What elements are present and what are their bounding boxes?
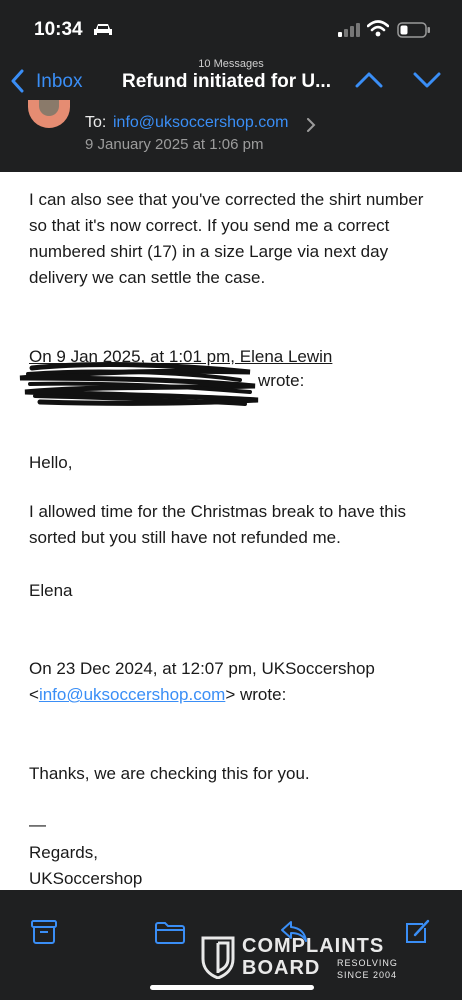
back-to-inbox-button[interactable]: Inbox xyxy=(36,71,82,93)
cellular-signal-icon xyxy=(338,23,360,42)
folder-icon[interactable] xyxy=(155,922,185,949)
signature-dash: — xyxy=(29,815,46,834)
home-indicator[interactable] xyxy=(150,985,314,990)
quote-header-uksoccershop: On 23 Dec 2024, at 12:07 pm, UKSoccersho… xyxy=(29,659,375,678)
back-chevron-icon[interactable] xyxy=(10,69,26,98)
quoted-email-link[interactable]: info@uksoccershop.com xyxy=(39,685,225,704)
message-count: 10 Messages xyxy=(198,58,264,70)
battery-icon xyxy=(397,22,431,43)
to-label: To: xyxy=(85,114,107,131)
top-chrome: 10:34 Inbox 10 Messages Refund initiated… xyxy=(0,0,462,172)
quote-header-uksoccershop-wrote: <info@uksoccershop.com> wrote: xyxy=(29,682,286,708)
body-paragraph-complaint: I allowed time for the Christmas break t… xyxy=(29,502,406,547)
greeting: Hello, xyxy=(29,453,73,472)
status-time: 10:34 xyxy=(34,19,83,40)
shop-signature: UKSoccershop xyxy=(29,869,143,888)
complaints-board-watermark: COMPLAINTS BOARD RESOLVING SINCE 2004 xyxy=(200,935,462,983)
bracket-open: < xyxy=(29,685,39,704)
archive-icon[interactable] xyxy=(31,920,57,949)
avatar-face xyxy=(39,100,59,116)
email-subject-title: Refund initiated for U... xyxy=(122,71,331,92)
next-message-chevron-down-icon[interactable] xyxy=(413,70,441,95)
watermark-resolving: RESOLVING xyxy=(337,958,398,968)
recipient-address-link[interactable]: info@uksoccershop.com xyxy=(113,114,288,132)
car-icon xyxy=(93,23,113,42)
sent-date: 9 January 2025 at 1:06 pm xyxy=(85,136,264,153)
signature-elena: Elena xyxy=(29,581,73,600)
watermark-complaints: COMPLAINTS xyxy=(242,935,385,957)
bracket-close-wrote: > wrote: xyxy=(225,685,287,704)
thanks-line: Thanks, we are checking this for you. xyxy=(29,764,310,783)
body-paragraph-settlement: I can also see that you've corrected the… xyxy=(29,190,424,287)
sender-avatar[interactable] xyxy=(28,100,70,128)
watermark-board: BOARD xyxy=(242,957,321,979)
regards-line: Regards, xyxy=(29,843,98,862)
previous-message-chevron-up-icon[interactable] xyxy=(355,70,383,95)
redaction-scribble xyxy=(0,360,270,415)
watermark-since: SINCE 2004 xyxy=(337,970,398,980)
details-chevron-right-icon[interactable] xyxy=(306,118,316,137)
wifi-icon xyxy=(366,20,390,42)
shield-logo-icon xyxy=(200,935,236,984)
